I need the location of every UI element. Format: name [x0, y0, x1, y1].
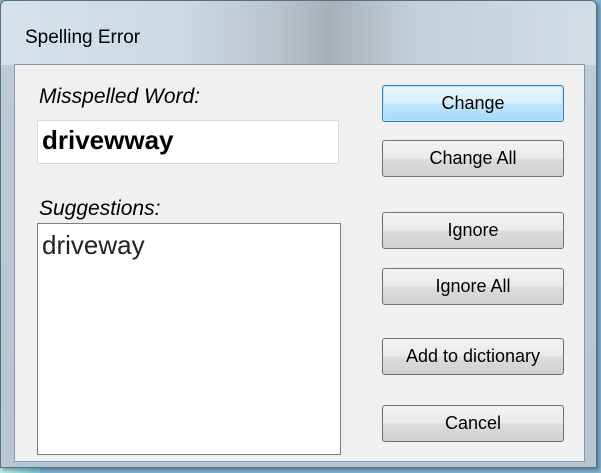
dialog-content: Misspelled Word: drivewway Suggestions: …: [14, 64, 585, 462]
misspelled-word-label: Misspelled Word:: [39, 85, 201, 108]
ignore-button[interactable]: Ignore: [382, 212, 564, 249]
spelling-error-dialog: Spelling Error Misspelled Word: drivewwa…: [0, 0, 597, 468]
add-to-dictionary-button[interactable]: Add to dictionary: [382, 338, 564, 375]
ignore-all-button[interactable]: Ignore All: [382, 268, 564, 305]
dialog-title: Spelling Error: [25, 27, 141, 48]
suggestions-label: Suggestions:: [39, 197, 161, 220]
title-bar[interactable]: Spelling Error: [1, 1, 596, 65]
cancel-button[interactable]: Cancel: [382, 405, 564, 442]
misspelled-word-field[interactable]: drivewway: [37, 120, 339, 164]
suggestions-list[interactable]: driveway: [37, 223, 341, 455]
change-button[interactable]: Change: [382, 85, 564, 122]
suggestion-item[interactable]: driveway: [42, 230, 145, 261]
change-all-button[interactable]: Change All: [382, 140, 564, 177]
